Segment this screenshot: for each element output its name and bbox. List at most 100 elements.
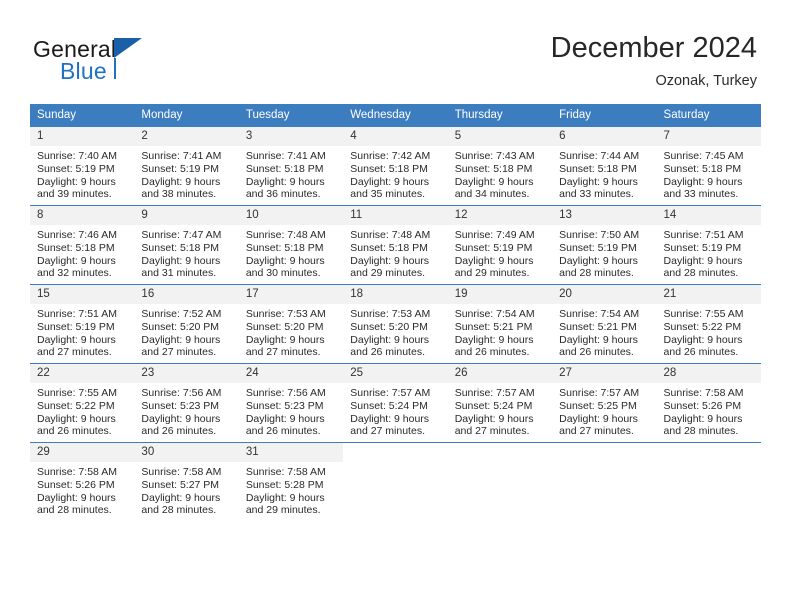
calendar-day-cell[interactable]: 29 Sunrise: 7:58 AM Sunset: 5:26 PM Dayligh…	[30, 442, 135, 521]
calendar-day-cell-inner: 3 Sunrise: 7:41 AM Sunset: 5:18 PM Daylight…	[238, 127, 344, 205]
calendar-day-cell[interactable]: 15 Sunrise: 7:51 AM Sunset: 5:19 PM Dayligh…	[30, 284, 135, 364]
calendar-day-details: Sunrise: 7:54 AM Sunset: 5:21 PM Daylight:…	[448, 304, 552, 359]
calendar-day-cell[interactable]: 8 Sunrise: 7:46 AM Sunset: 5:18 PM Daylight…	[30, 205, 135, 285]
calendar-day-cell[interactable]: 4 Sunrise: 7:42 AM Sunset: 5:18 PM Daylight…	[343, 126, 448, 206]
calendar-day-cell[interactable]: 24 Sunrise: 7:56 AM Sunset: 5:23 PM Dayligh…	[238, 363, 344, 443]
calendar-day-cell-inner: 8 Sunrise: 7:46 AM Sunset: 5:18 PM Daylight…	[30, 206, 135, 284]
sunset-text: Sunset: 5:19 PM	[141, 162, 220, 175]
daylight-text-line1: Daylight: 9 hours	[350, 175, 430, 188]
calendar-day-cell[interactable]: 31 Sunrise: 7:58 AM Sunset: 5:28 PM Dayligh…	[238, 442, 344, 521]
calendar-week-row: 22 Sunrise: 7:55 AM Sunset: 5:22 PM Dayligh…	[30, 363, 761, 443]
calendar-day-cell[interactable]: 23 Sunrise: 7:56 AM Sunset: 5:23 PM Dayligh…	[134, 363, 239, 443]
calendar-day-number	[657, 443, 761, 462]
calendar-day-cell-inner: 28 Sunrise: 7:58 AM Sunset: 5:26 PM Dayligh…	[656, 364, 761, 442]
calendar-day-number: 8	[30, 206, 135, 225]
calendar-day-number: 11	[343, 206, 448, 225]
sunset-text: Sunset: 5:18 PM	[350, 241, 428, 254]
general-blue-logo[interactable]: General Blue	[33, 36, 233, 92]
calendar-day-cell[interactable]: 14 Sunrise: 7:51 AM Sunset: 5:19 PM Dayligh…	[656, 205, 761, 285]
sunrise-text: Sunrise: 7:41 AM	[245, 150, 326, 162]
calendar-day-cell[interactable]: 26 Sunrise: 7:57 AM Sunset: 5:24 PM Dayligh…	[447, 363, 553, 443]
calendar-day-details: Sunrise: 7:53 AM Sunset: 5:20 PM Daylight:…	[343, 304, 447, 359]
calendar-day-cell[interactable]: 2 Sunrise: 7:41 AM Sunset: 5:19 PM Daylight…	[134, 126, 239, 206]
calendar-day-cell-inner: 17 Sunrise: 7:53 AM Sunset: 5:20 PM Dayligh…	[238, 285, 344, 363]
calendar-day-cell[interactable]: 12 Sunrise: 7:49 AM Sunset: 5:19 PM Dayligh…	[447, 205, 553, 285]
sunset-text: Sunset: 5:22 PM	[37, 399, 115, 412]
sunset-text: Sunset: 5:25 PM	[559, 399, 637, 412]
calendar-day-cell-inner: 31 Sunrise: 7:58 AM Sunset: 5:28 PM Dayligh…	[238, 443, 344, 521]
weekday-header-saturday: Saturday	[656, 104, 761, 127]
daylight-text-line1: Daylight: 9 hours	[454, 412, 534, 425]
calendar-day-cell-inner: 14 Sunrise: 7:51 AM Sunset: 5:19 PM Dayligh…	[656, 206, 761, 284]
calendar-day-cell[interactable]: 27 Sunrise: 7:57 AM Sunset: 5:25 PM Dayligh…	[552, 363, 657, 443]
sunset-text: Sunset: 5:18 PM	[245, 241, 324, 254]
calendar-week-row: 1 Sunrise: 7:40 AM Sunset: 5:19 PM Daylight…	[30, 126, 761, 206]
calendar-day-cell-inner	[552, 443, 656, 521]
calendar-day-details: Sunrise: 7:46 AM Sunset: 5:18 PM Daylight:…	[30, 225, 134, 280]
sunrise-text: Sunrise: 7:58 AM	[37, 466, 117, 478]
sunrise-text: Sunrise: 7:48 AM	[350, 229, 431, 241]
calendar-day-details: Sunrise: 7:51 AM Sunset: 5:19 PM Daylight:…	[30, 304, 134, 359]
calendar-day-number: 29	[30, 443, 135, 462]
sunrise-text: Sunrise: 7:43 AM	[454, 150, 535, 162]
calendar-day-cell-inner: 4 Sunrise: 7:42 AM Sunset: 5:18 PM Daylight…	[343, 127, 448, 205]
calendar-day-cell[interactable]: 7 Sunrise: 7:45 AM Sunset: 5:18 PM Daylight…	[656, 126, 761, 206]
calendar-day-cell-inner: 2 Sunrise: 7:41 AM Sunset: 5:19 PM Daylight…	[134, 127, 239, 205]
calendar-day-cell[interactable]: 11 Sunrise: 7:48 AM Sunset: 5:18 PM Dayligh…	[343, 205, 448, 285]
calendar-day-cell[interactable]: 6 Sunrise: 7:44 AM Sunset: 5:18 PM Daylight…	[552, 126, 657, 206]
calendar-day-cell[interactable]: 21 Sunrise: 7:55 AM Sunset: 5:22 PM Dayligh…	[656, 284, 761, 364]
daylight-text-line1: Daylight: 9 hours	[663, 412, 743, 425]
sunrise-text: Sunrise: 7:48 AM	[245, 229, 326, 241]
calendar-day-details: Sunrise: 7:50 AM Sunset: 5:19 PM Daylight:…	[552, 225, 656, 280]
calendar-day-details: Sunrise: 7:58 AM Sunset: 5:28 PM Daylight:…	[239, 462, 343, 517]
daylight-text-line2: and 26 minutes.	[141, 425, 217, 438]
calendar-day-cell[interactable]: 30 Sunrise: 7:58 AM Sunset: 5:27 PM Dayligh…	[134, 442, 239, 521]
calendar-day-cell[interactable]: 1 Sunrise: 7:40 AM Sunset: 5:19 PM Daylight…	[30, 126, 135, 206]
sunrise-text: Sunrise: 7:51 AM	[663, 229, 744, 241]
sunset-text: Sunset: 5:18 PM	[350, 162, 428, 175]
calendar-day-cell-empty	[447, 442, 553, 521]
calendar-day-number: 13	[552, 206, 657, 225]
calendar-day-cell[interactable]: 22 Sunrise: 7:55 AM Sunset: 5:22 PM Dayligh…	[30, 363, 135, 443]
calendar-day-cell[interactable]: 28 Sunrise: 7:58 AM Sunset: 5:26 PM Dayligh…	[656, 363, 761, 443]
calendar-day-cell[interactable]: 20 Sunrise: 7:54 AM Sunset: 5:21 PM Dayligh…	[552, 284, 657, 364]
sunrise-text: Sunrise: 7:42 AM	[350, 150, 431, 162]
daylight-text-line1: Daylight: 9 hours	[141, 491, 221, 504]
sunset-text: Sunset: 5:22 PM	[663, 320, 742, 333]
calendar-day-cell[interactable]: 10 Sunrise: 7:48 AM Sunset: 5:18 PM Dayligh…	[238, 205, 344, 285]
sunrise-text: Sunrise: 7:58 AM	[141, 466, 222, 478]
calendar-day-cell-inner	[343, 443, 447, 521]
calendar-day-cell[interactable]: 16 Sunrise: 7:52 AM Sunset: 5:20 PM Dayligh…	[134, 284, 239, 364]
calendar-day-number	[552, 443, 656, 462]
daylight-text-line2: and 33 minutes.	[559, 188, 634, 201]
calendar-day-details: Sunrise: 7:51 AM Sunset: 5:19 PM Daylight:…	[657, 225, 761, 280]
weekday-header-friday: Friday	[552, 104, 657, 127]
calendar-day-cell[interactable]: 19 Sunrise: 7:54 AM Sunset: 5:21 PM Dayligh…	[447, 284, 553, 364]
calendar-day-cell-inner: 30 Sunrise: 7:58 AM Sunset: 5:27 PM Dayligh…	[134, 443, 239, 521]
calendar-day-cell[interactable]: 5 Sunrise: 7:43 AM Sunset: 5:18 PM Daylight…	[447, 126, 553, 206]
calendar-day-cell-inner	[448, 443, 552, 521]
calendar-day-cell-inner	[657, 443, 761, 521]
daylight-text-line1: Daylight: 9 hours	[559, 175, 638, 188]
calendar-day-cell-inner: 1 Sunrise: 7:40 AM Sunset: 5:19 PM Daylight…	[30, 127, 135, 205]
calendar-day-cell-inner: 7 Sunrise: 7:45 AM Sunset: 5:18 PM Daylight…	[656, 127, 761, 205]
calendar-day-cell[interactable]: 25 Sunrise: 7:57 AM Sunset: 5:24 PM Dayligh…	[343, 363, 448, 443]
calendar-day-details: Sunrise: 7:49 AM Sunset: 5:19 PM Daylight:…	[448, 225, 552, 280]
calendar-day-cell-inner: 5 Sunrise: 7:43 AM Sunset: 5:18 PM Daylight…	[447, 127, 553, 205]
calendar-day-number	[448, 443, 552, 462]
calendar-day-cell[interactable]: 18 Sunrise: 7:53 AM Sunset: 5:20 PM Dayligh…	[343, 284, 448, 364]
calendar-day-details: Sunrise: 7:52 AM Sunset: 5:20 PM Daylight:…	[134, 304, 238, 359]
calendar-day-cell[interactable]: 13 Sunrise: 7:50 AM Sunset: 5:19 PM Dayligh…	[552, 205, 657, 285]
calendar-day-cell-inner: 18 Sunrise: 7:53 AM Sunset: 5:20 PM Dayligh…	[343, 285, 448, 363]
sunset-text: Sunset: 5:28 PM	[245, 478, 324, 491]
daylight-text-line1: Daylight: 9 hours	[37, 254, 116, 267]
daylight-text-line1: Daylight: 9 hours	[37, 491, 116, 504]
daylight-text-line2: and 29 minutes.	[454, 267, 530, 280]
calendar-day-number: 19	[447, 285, 553, 304]
calendar-day-details: Sunrise: 7:42 AM Sunset: 5:18 PM Daylight:…	[343, 146, 447, 201]
calendar-day-cell[interactable]: 9 Sunrise: 7:47 AM Sunset: 5:18 PM Daylight…	[134, 205, 239, 285]
calendar-day-cell[interactable]: 17 Sunrise: 7:53 AM Sunset: 5:20 PM Dayligh…	[238, 284, 344, 364]
daylight-text-line2: and 28 minutes.	[141, 504, 217, 517]
calendar-day-cell[interactable]: 3 Sunrise: 7:41 AM Sunset: 5:18 PM Daylight…	[238, 126, 344, 206]
daylight-text-line2: and 33 minutes.	[663, 188, 739, 201]
